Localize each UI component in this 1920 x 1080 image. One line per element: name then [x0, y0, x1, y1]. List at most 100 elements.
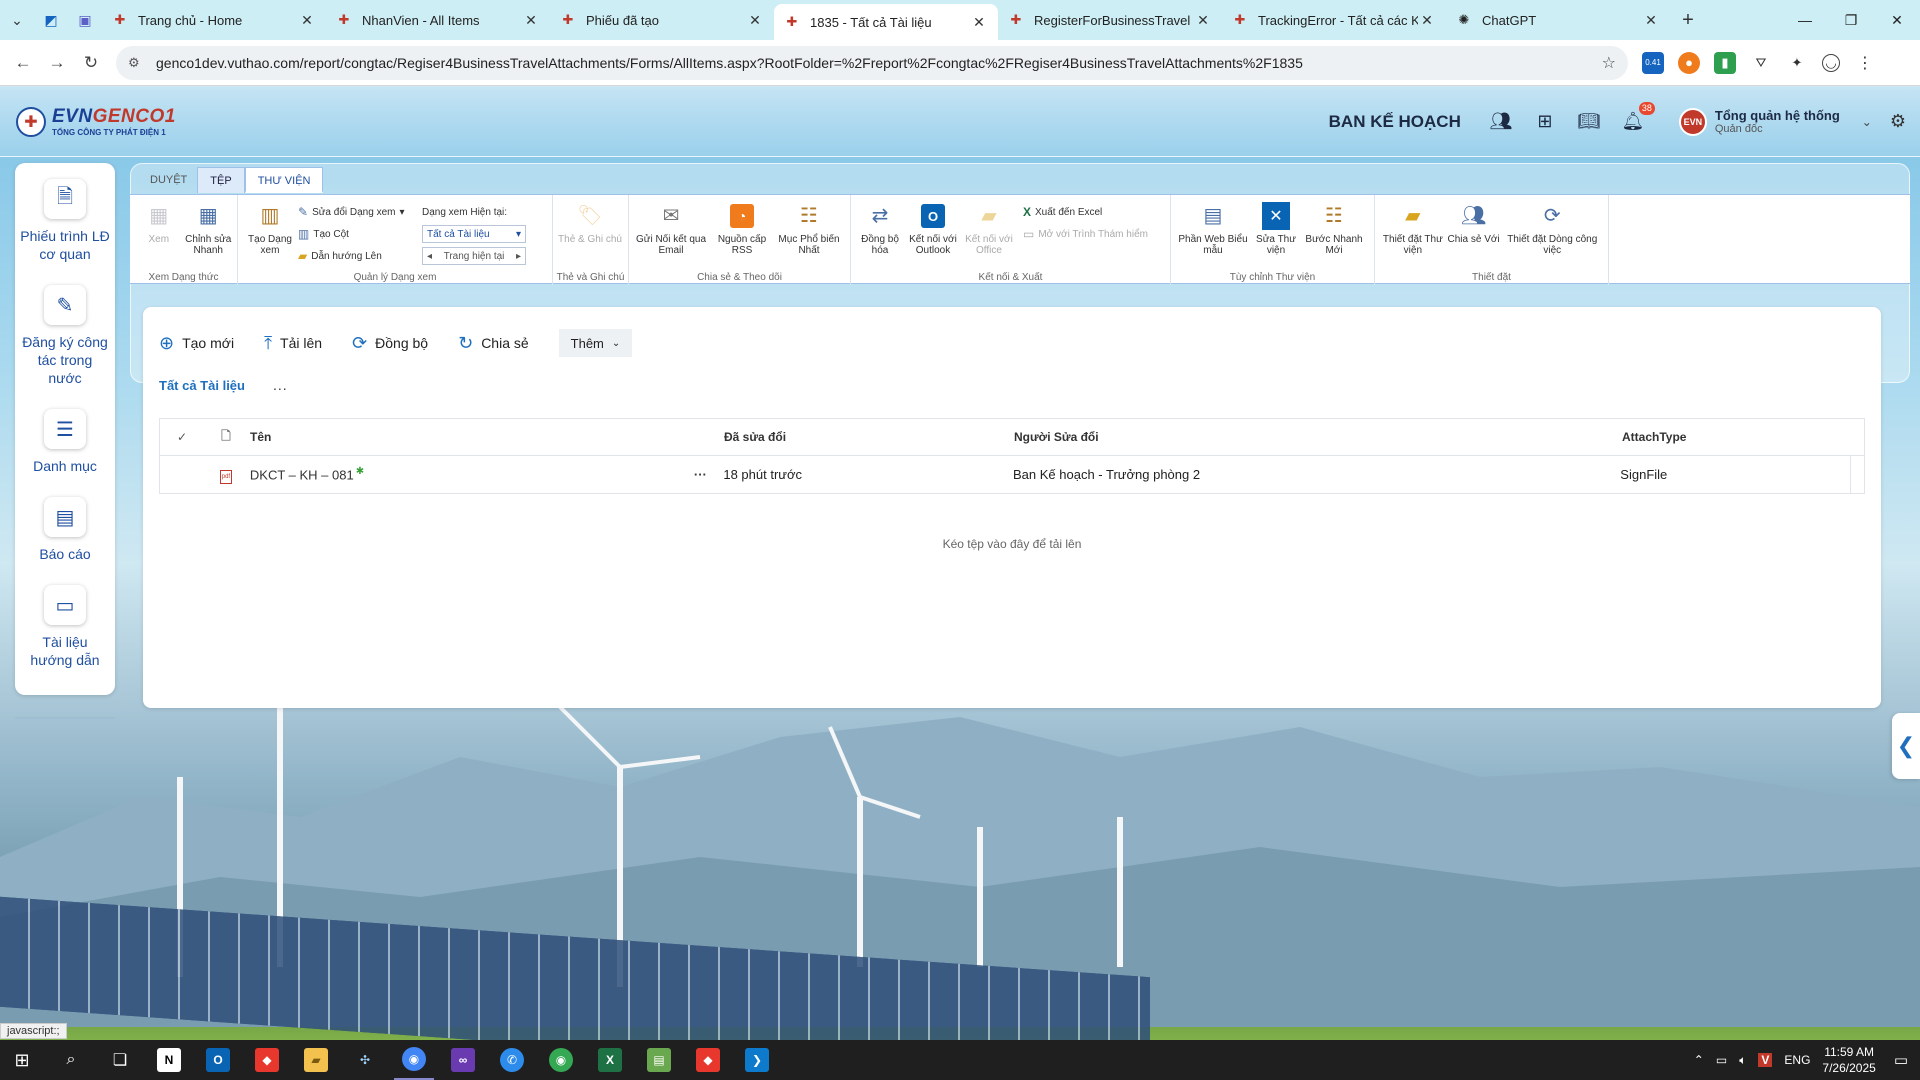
view-options-icon[interactable]: ... — [273, 377, 288, 393]
sidebar-item-phieu-trinh[interactable]: 🗎︎ Phiếu trình LĐ cơ quan — [15, 179, 115, 263]
search-icon[interactable]: ⌕ — [51, 1040, 91, 1080]
tab-search-chevron-icon[interactable]: ⌄ — [0, 3, 34, 37]
prev-page-icon[interactable]: ◂ — [427, 251, 432, 262]
create-column-button[interactable]: ▥ Tạo Cột — [298, 225, 422, 243]
sidebar-item-tai-lieu[interactable]: ▭ Tài liệu hướng dẫn — [15, 585, 115, 669]
new-button[interactable]: ⊕ Tạo mới — [159, 333, 234, 354]
profile-icon[interactable]: ◡ — [1822, 53, 1840, 72]
column-header-modified[interactable]: Đã sửa đổi — [724, 430, 1014, 444]
column-header-attach-type[interactable]: AttachType — [1622, 430, 1852, 444]
upload-dropzone[interactable]: Kéo tệp vào đây để tải lên — [143, 537, 1881, 551]
anydesk-app-icon[interactable]: ◆ — [247, 1040, 287, 1080]
browser-tab-4-active[interactable]: ✚ 1835 - Tất cả Tài liệu ✕ — [774, 4, 998, 40]
clock[interactable]: 11:59 AM 7/26/2025 — [1822, 1044, 1875, 1076]
chrome-app-icon[interactable]: ◉ — [394, 1040, 434, 1080]
close-icon[interactable]: ✕ — [1194, 12, 1212, 29]
browser-tab-2[interactable]: ✚ NhanVien - All Items ✕ — [326, 3, 550, 37]
notifications-icon[interactable]: ▭ — [1894, 1051, 1908, 1069]
modified-by-cell[interactable]: Ban Kế hoạch - Trưởng phòng 2 — [1013, 467, 1620, 482]
tab-duyet[interactable]: DUYỆT — [138, 167, 197, 193]
current-view-select[interactable]: Tất cả Tài liệu ▾ — [422, 225, 526, 243]
address-bar[interactable]: ⚙ genco1dev.vuthao.com/report/congtac/Re… — [116, 45, 1628, 80]
users-icon[interactable]: 👥︎ — [1489, 110, 1513, 134]
network-app-icon[interactable]: ✣ — [345, 1040, 385, 1080]
tab-thu-vien[interactable]: THƯ VIỆN — [244, 167, 324, 193]
windows-start-icon[interactable]: ⊞ — [2, 1040, 42, 1080]
share-button[interactable]: ↻ Chia sẻ — [458, 333, 529, 354]
navigate-up-button[interactable]: ▰ Dẫn hướng Lên — [298, 247, 422, 265]
book-icon[interactable]: 📖︎ — [1577, 110, 1601, 134]
anydesk-app-icon-2[interactable]: ◆ — [688, 1040, 728, 1080]
close-window-icon[interactable]: ✕ — [1874, 12, 1920, 29]
close-icon[interactable]: ✕ — [1642, 12, 1660, 29]
tray-chevron-up-icon[interactable]: ⌃ — [1694, 1053, 1704, 1067]
notion-app-icon[interactable]: N — [149, 1040, 189, 1080]
view-name-link[interactable]: Tất cả Tài liệu — [159, 378, 245, 393]
extension-green-bookmark-icon[interactable]: ▮ — [1714, 51, 1736, 74]
visual-studio-icon[interactable]: ∞ — [443, 1040, 483, 1080]
site-info-icon[interactable]: ⚙ — [128, 55, 148, 71]
new-tab-plus-icon[interactable]: + — [1670, 9, 1706, 32]
extensions-puzzle-icon[interactable]: ✦ — [1786, 52, 1808, 74]
next-page-icon[interactable]: ▸ — [516, 251, 521, 262]
pinned-tab-app-icon[interactable]: ◩ — [34, 3, 68, 37]
pinned-tab-teams-icon[interactable]: ▣ — [68, 3, 102, 37]
browser-tab-3[interactable]: ✚ Phiếu đã tạo ✕ — [550, 3, 774, 37]
extension-orange-icon[interactable]: ● — [1678, 51, 1700, 74]
task-view-icon[interactable]: ❏ — [100, 1040, 140, 1080]
browser-menu-icon[interactable]: ⋮ — [1854, 52, 1876, 74]
gear-icon[interactable]: ⚙ — [1890, 111, 1906, 132]
chrome-profile-app-icon[interactable]: ◉ — [541, 1040, 581, 1080]
side-panel-toggle-chevron-icon[interactable]: ❮ — [1892, 713, 1920, 779]
url-text[interactable]: genco1dev.vuthao.com/report/congtac/Regi… — [156, 55, 1602, 71]
row-more-options-icon[interactable]: ··· — [677, 467, 723, 482]
column-header-name[interactable]: Tên — [248, 430, 678, 444]
restore-icon[interactable]: ❐ — [1828, 12, 1874, 29]
column-header-modified-by[interactable]: Người Sửa đổi — [1014, 430, 1622, 444]
vietkey-icon[interactable]: V — [1758, 1053, 1773, 1067]
back-arrow-icon[interactable]: ← — [6, 53, 40, 73]
open-explorer-button[interactable]: ▭ Mở với Trình Thám hiểm — [1023, 225, 1148, 243]
bell-icon[interactable]: 🔔︎ 38 — [1621, 101, 1655, 134]
forward-arrow-icon[interactable]: → — [40, 53, 74, 73]
extension-weather-icon[interactable]: 0.41 — [1642, 51, 1664, 74]
close-icon[interactable]: ✕ — [522, 12, 540, 29]
modify-view-button[interactable]: ✎ Sửa đổi Dạng xem ▾ — [298, 203, 422, 221]
messaging-app-icon[interactable]: ✆ — [492, 1040, 532, 1080]
chevron-down-icon[interactable]: ⌄ — [1862, 115, 1872, 129]
browser-tab-5[interactable]: ✚ RegisterForBusinessTravel ✕ — [998, 3, 1222, 37]
minimize-icon[interactable]: — — [1782, 12, 1828, 29]
notepad-app-icon[interactable]: ▤ — [639, 1040, 679, 1080]
extension-vpn-icon[interactable]: ⛛ — [1750, 52, 1772, 74]
close-icon[interactable]: ✕ — [746, 12, 764, 29]
outlook-app-icon[interactable]: O — [198, 1040, 238, 1080]
browser-tab-7[interactable]: ✺ ChatGPT ✕ — [1446, 3, 1670, 37]
network-icon[interactable]: ▭ — [1716, 1053, 1727, 1067]
file-explorer-icon[interactable]: ▰ — [296, 1040, 336, 1080]
current-page-pager[interactable]: ◂ Trang hiện tại ▸ — [422, 247, 526, 265]
more-button[interactable]: Thêm ⌄ — [558, 329, 633, 357]
user-menu[interactable]: EVN Tổng quản hệ thống Quản đốc ⌄ — [1678, 107, 1872, 136]
excel-app-icon[interactable]: X — [590, 1040, 630, 1080]
language-indicator[interactable]: ENG — [1784, 1053, 1810, 1067]
bookmark-star-icon[interactable]: ☆ — [1602, 53, 1616, 73]
upload-button[interactable]: ⤒ Tải lên — [264, 333, 322, 354]
close-icon[interactable]: ✕ — [1418, 12, 1436, 29]
file-name-link[interactable]: DKCT – KH – 081 — [250, 468, 354, 483]
sidebar-item-bao-cao[interactable]: ▤ Báo cáo — [15, 497, 115, 563]
reload-icon[interactable]: ↻ — [74, 53, 108, 73]
sidebar-item-dang-ky-cong-tac[interactable]: ✎ Đăng ký công tác trong nước — [15, 285, 115, 387]
vscode-app-icon[interactable]: ❯ — [737, 1040, 777, 1080]
browser-tab-1[interactable]: ✚ Trang chủ - Home ✕ — [102, 3, 326, 37]
table-row[interactable]: pdf DKCT – KH – 081 ✱ ··· 18 phút trước B… — [160, 456, 1864, 493]
volume-icon[interactable]: 🔈︎ — [1739, 1053, 1746, 1068]
tab-tep[interactable]: TỆP — [197, 167, 245, 193]
evn-logo[interactable]: ✚ EVNGENCO1 TỔNG CÔNG TY PHÁT ĐIỆN 1 — [16, 106, 176, 137]
browser-tab-6[interactable]: ✚ TrackingError - Tất cả các Khoản ✕ — [1222, 3, 1446, 37]
export-excel-button[interactable]: X Xuất đến Excel — [1023, 203, 1148, 221]
close-icon[interactable]: ✕ — [298, 12, 316, 29]
close-icon[interactable]: ✕ — [970, 14, 988, 31]
apps-grid-icon[interactable]: ⊞ — [1533, 110, 1557, 134]
sidebar-item-danh-muc[interactable]: ☰ Danh mục — [15, 409, 115, 475]
select-all-checkbox[interactable]: ✓ — [160, 430, 204, 444]
